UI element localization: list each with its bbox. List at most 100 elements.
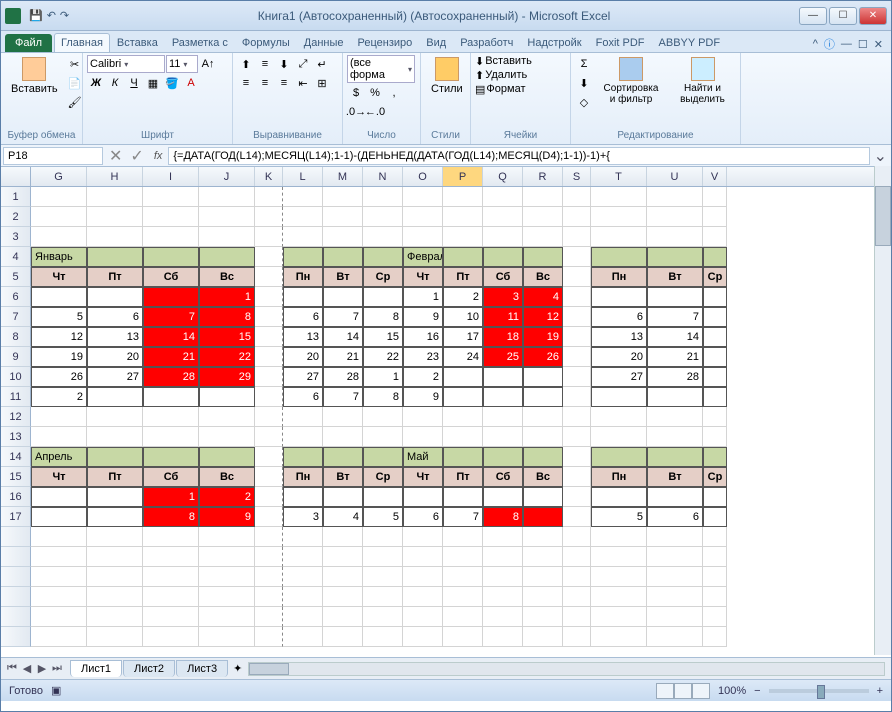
cell[interactable]: 15 (363, 327, 403, 347)
cell[interactable] (591, 387, 647, 407)
cell[interactable]: 6 (647, 507, 703, 527)
cell[interactable]: 29 (199, 367, 255, 387)
cell[interactable] (255, 207, 283, 227)
cell[interactable]: 27 (591, 367, 647, 387)
cell[interactable] (363, 227, 403, 247)
cell[interactable] (483, 207, 523, 227)
cell[interactable] (255, 327, 283, 347)
macro-record-icon[interactable]: ▣ (51, 684, 61, 697)
cell[interactable] (591, 287, 647, 307)
underline-button[interactable]: Ч (125, 74, 143, 92)
sheet-tab-3[interactable]: Лист3 (176, 660, 228, 677)
cell[interactable]: 26 (31, 367, 87, 387)
zoom-in-icon[interactable]: + (877, 685, 883, 697)
cell[interactable] (255, 347, 283, 367)
cell[interactable]: 17 (443, 327, 483, 347)
cell[interactable]: Сб (143, 467, 199, 487)
cell[interactable]: Пн (283, 467, 323, 487)
name-box[interactable]: P18 (3, 147, 103, 165)
cell[interactable] (363, 287, 403, 307)
cell[interactable] (199, 547, 255, 567)
cell[interactable] (703, 407, 727, 427)
cell[interactable]: 13 (591, 327, 647, 347)
cell[interactable] (323, 527, 363, 547)
cell[interactable] (563, 367, 591, 387)
cell[interactable] (523, 187, 563, 207)
qat-redo-icon[interactable]: ↷ (60, 9, 69, 22)
cell[interactable]: 10 (443, 307, 483, 327)
cell[interactable] (87, 547, 143, 567)
cancel-formula-icon[interactable]: ✕ (105, 146, 126, 166)
cell[interactable] (199, 447, 255, 467)
zoom-slider[interactable] (769, 689, 869, 693)
cell[interactable] (443, 227, 483, 247)
cell[interactable] (523, 587, 563, 607)
cell[interactable] (199, 207, 255, 227)
spreadsheet-grid[interactable]: GHIJKLMNOPQRSTUV 1234ЯнварьФевраль5ЧтПтС… (1, 167, 891, 657)
cell[interactable]: 22 (199, 347, 255, 367)
cell[interactable] (31, 547, 87, 567)
cell[interactable] (523, 207, 563, 227)
cell[interactable] (283, 207, 323, 227)
delete-cells-button[interactable]: ⬆Удалить (475, 69, 527, 82)
cell[interactable] (323, 247, 363, 267)
cell[interactable] (87, 187, 143, 207)
row-header[interactable] (1, 567, 31, 587)
cell[interactable] (403, 227, 443, 247)
cell[interactable] (703, 507, 727, 527)
cell[interactable] (443, 427, 483, 447)
cell[interactable] (143, 407, 199, 427)
cell[interactable] (255, 287, 283, 307)
cell[interactable]: Сб (483, 267, 523, 287)
cell[interactable] (323, 227, 363, 247)
cell[interactable] (87, 527, 143, 547)
cell[interactable] (443, 567, 483, 587)
cell[interactable]: Пн (283, 267, 323, 287)
help-icon[interactable]: ⓘ (824, 36, 835, 52)
cell[interactable] (403, 407, 443, 427)
cell[interactable]: 2 (199, 487, 255, 507)
tab-foxit[interactable]: Foxit PDF (589, 33, 652, 52)
cell[interactable] (483, 547, 523, 567)
cell[interactable] (255, 607, 283, 627)
cell[interactable]: 14 (323, 327, 363, 347)
row-header[interactable]: 9 (1, 347, 31, 367)
cell[interactable] (143, 247, 199, 267)
row-header[interactable]: 16 (1, 487, 31, 507)
cell[interactable] (703, 227, 727, 247)
cell[interactable] (647, 207, 703, 227)
cell[interactable] (647, 447, 703, 467)
cell[interactable] (703, 487, 727, 507)
cell[interactable] (483, 447, 523, 467)
cell[interactable] (199, 407, 255, 427)
cell[interactable] (199, 247, 255, 267)
cell[interactable]: Вс (523, 467, 563, 487)
align-middle-icon[interactable]: ≡ (256, 55, 274, 73)
cell[interactable] (363, 447, 403, 467)
row-header[interactable] (1, 587, 31, 607)
cell[interactable] (255, 547, 283, 567)
cell[interactable] (403, 607, 443, 627)
cell[interactable]: 22 (363, 347, 403, 367)
insert-cells-button[interactable]: ⬇Вставить (475, 55, 532, 68)
cell[interactable] (363, 567, 403, 587)
border-icon[interactable]: ▦ (144, 74, 162, 92)
cell[interactable] (87, 507, 143, 527)
cell[interactable] (31, 567, 87, 587)
cell[interactable]: 28 (647, 367, 703, 387)
align-center-icon[interactable]: ≡ (256, 74, 274, 92)
cell[interactable]: Февраль (403, 247, 443, 267)
cell[interactable]: 6 (591, 307, 647, 327)
cell[interactable] (483, 587, 523, 607)
comma-icon[interactable]: , (385, 84, 403, 102)
cell[interactable] (143, 627, 199, 647)
cell[interactable] (143, 547, 199, 567)
cell[interactable] (703, 447, 727, 467)
clear-icon[interactable]: ◇ (575, 93, 593, 111)
cell[interactable] (483, 387, 523, 407)
cell[interactable] (87, 287, 143, 307)
cell[interactable] (283, 427, 323, 447)
cell[interactable] (323, 287, 363, 307)
cell[interactable]: 27 (283, 367, 323, 387)
cell[interactable]: Чт (403, 467, 443, 487)
